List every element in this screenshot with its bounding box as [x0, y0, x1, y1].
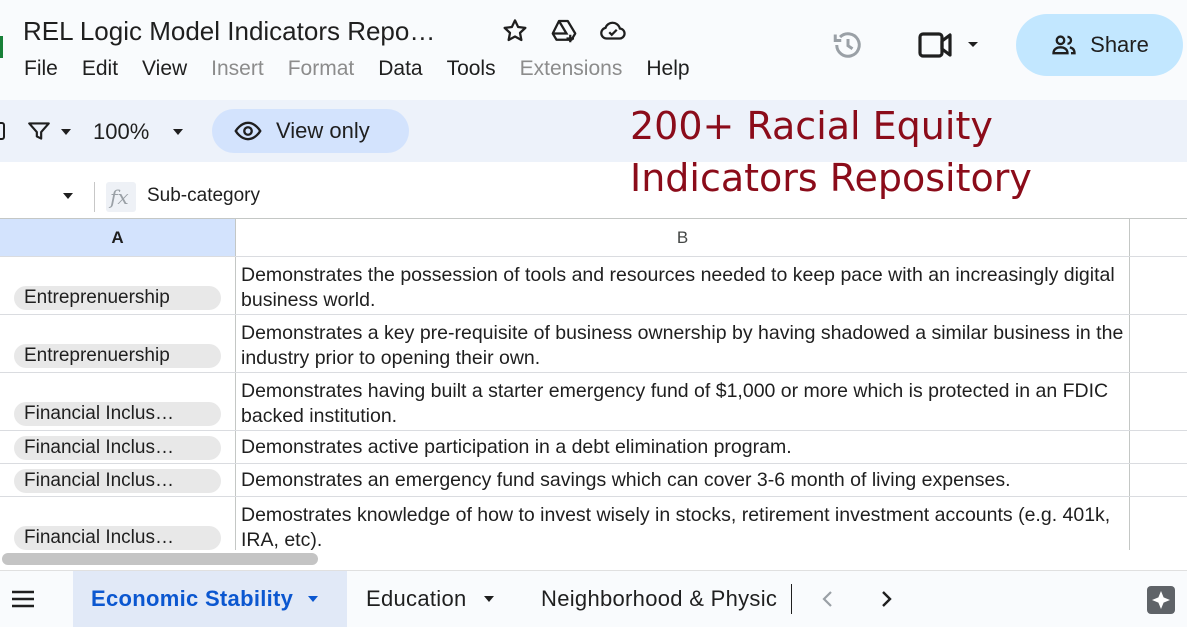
- cell-subcategory[interactable]: Financial Inclus…: [0, 464, 235, 496]
- tab-label: Economic Stability: [91, 586, 294, 611]
- tab-cursor-divider: [791, 584, 792, 614]
- chevron-down-icon[interactable]: [170, 124, 186, 140]
- cloud-status-icon[interactable]: [598, 16, 628, 46]
- cell-subcategory[interactable]: Entreprenuership: [0, 315, 235, 372]
- chevron-left-icon[interactable]: [816, 587, 840, 611]
- tab-label: Neighborhood & Physic: [541, 586, 778, 611]
- table-row[interactable]: Financial Inclus… Demonstrates having bu…: [0, 372, 1187, 430]
- filter-icon[interactable]: [26, 118, 52, 144]
- cell-indicator[interactable]: Demonstrates having built a starter emer…: [241, 373, 1125, 429]
- column-header-b[interactable]: B: [236, 219, 1129, 256]
- tab-neighborhood[interactable]: Neighborhood & Physic: [541, 571, 791, 627]
- cell-indicator[interactable]: Demonstrates an emergency fund savings w…: [241, 464, 1125, 493]
- cell-subcategory[interactable]: Financial Inclus…: [0, 431, 235, 463]
- fx-icon: fx: [106, 182, 136, 212]
- sheets-logo-edge: [0, 36, 3, 58]
- cell-indicator[interactable]: Demostrates knowledge of how to invest w…: [241, 497, 1125, 553]
- cell-subcategory[interactable]: Financial Inclus…: [0, 373, 235, 430]
- menu-file[interactable]: File: [24, 55, 58, 83]
- formula-bar-divider: [94, 182, 95, 212]
- table-row[interactable]: Entreprenuership Demonstrates a key pre-…: [0, 314, 1187, 372]
- tab-economic-stability[interactable]: Economic Stability: [73, 571, 347, 627]
- view-only-label: View only: [276, 118, 370, 143]
- all-sheets-icon[interactable]: [10, 587, 36, 611]
- svg-text:fx: fx: [108, 185, 129, 209]
- menu-view[interactable]: View: [142, 55, 187, 83]
- menu-data[interactable]: Data: [378, 55, 422, 83]
- formula-content[interactable]: Sub-category: [147, 184, 260, 208]
- name-box-dropdown-icon[interactable]: [60, 188, 76, 204]
- horizontal-scrollbar-thumb[interactable]: [2, 553, 318, 565]
- view-only-button[interactable]: View only: [212, 109, 409, 153]
- cell-subcategory[interactable]: Entreprenuership: [0, 257, 235, 314]
- move-to-drive-icon[interactable]: [549, 16, 579, 46]
- subcategory-chip[interactable]: Financial Inclus…: [14, 526, 221, 550]
- subcategory-chip[interactable]: Financial Inclus…: [14, 436, 221, 460]
- chevron-down-icon[interactable]: [305, 591, 321, 607]
- column-header-a[interactable]: A: [0, 219, 235, 256]
- subcategory-chip[interactable]: Financial Inclus…: [14, 402, 221, 426]
- overlay-heading: 200+ Racial Equity Indicators Repository: [630, 104, 1032, 200]
- table-row[interactable]: Financial Inclus… Demonstrates an emerge…: [0, 463, 1187, 496]
- chevron-down-icon[interactable]: [481, 591, 497, 607]
- menu-tools[interactable]: Tools: [447, 55, 496, 83]
- grid-rows: Entreprenuership Demonstrates the posses…: [0, 256, 1187, 553]
- meet-icon[interactable]: [916, 28, 980, 62]
- share-button[interactable]: Share: [1016, 14, 1183, 76]
- subcategory-chip[interactable]: Financial Inclus…: [14, 469, 221, 493]
- share-label: Share: [1090, 32, 1149, 57]
- chevron-right-icon[interactable]: [874, 587, 898, 611]
- menu-format[interactable]: Format: [288, 55, 355, 83]
- chevron-down-icon[interactable]: [58, 124, 74, 140]
- table-row[interactable]: Entreprenuership Demonstrates the posses…: [0, 256, 1187, 314]
- zoom-select[interactable]: 100%: [93, 118, 149, 146]
- cell-indicator[interactable]: Demonstrates a key pre-requisite of busi…: [241, 315, 1125, 371]
- explore-icon[interactable]: [1144, 583, 1178, 617]
- tab-education[interactable]: Education: [366, 571, 497, 627]
- star-icon[interactable]: [500, 16, 530, 46]
- subcategory-chip[interactable]: Entreprenuership: [14, 344, 221, 368]
- menu-insert[interactable]: Insert: [211, 55, 264, 83]
- cell-indicator[interactable]: Demonstrates active participation in a d…: [241, 431, 1125, 460]
- table-row[interactable]: Financial Inclus… Demonstrates active pa…: [0, 430, 1187, 463]
- table-row[interactable]: Financial Inclus… Demostrates knowledge …: [0, 496, 1187, 553]
- subcategory-chip[interactable]: Entreprenuership: [14, 286, 221, 310]
- document-title[interactable]: REL Logic Model Indicators Repo…: [23, 14, 435, 48]
- menu-edit[interactable]: Edit: [82, 55, 118, 83]
- cell-indicator[interactable]: Demonstrates the possession of tools and…: [241, 257, 1125, 313]
- version-history-icon[interactable]: [830, 27, 866, 63]
- menu-bar: File Edit View Insert Format Data Tools …: [24, 55, 714, 83]
- eye-icon: [234, 121, 262, 141]
- toolbar-partial-icon[interactable]: [0, 120, 8, 142]
- menu-help[interactable]: Help: [646, 55, 689, 83]
- tab-label: Education: [366, 586, 467, 611]
- cell-subcategory[interactable]: Financial Inclus…: [0, 497, 235, 550]
- column-header-c[interactable]: [1130, 219, 1187, 256]
- menu-extensions[interactable]: Extensions: [520, 55, 623, 83]
- share-people-icon: [1052, 35, 1076, 55]
